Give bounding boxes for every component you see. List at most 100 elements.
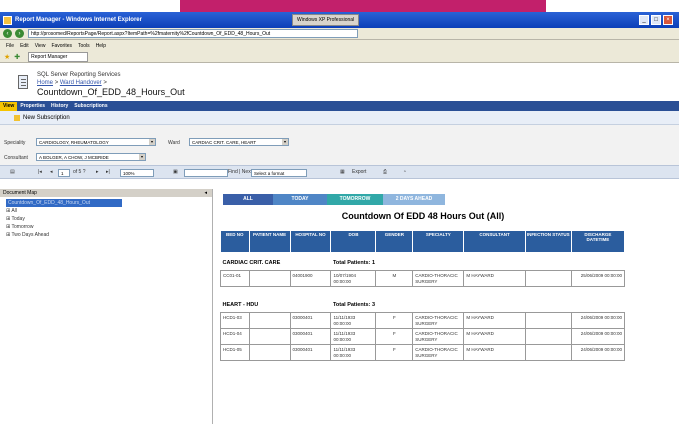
breadcrumb-home[interactable]: Home — [37, 80, 53, 86]
cell: M HAYWARD — [463, 312, 526, 329]
zoom-select[interactable]: 100% — [120, 169, 154, 177]
menu-favorites[interactable]: Favorites — [51, 43, 72, 49]
col-patient-name: PATIENT NAME — [248, 230, 291, 253]
collapse-icon[interactable]: ◂ — [204, 189, 207, 197]
group-total: Total Patients: 1 — [332, 260, 376, 266]
filter-today-button[interactable]: TODAY — [273, 194, 327, 205]
table-row: HCD1-05 03000401 11/11/1933 00:00:00 F C… — [220, 344, 626, 361]
print-icon[interactable]: ⎙ — [383, 169, 387, 175]
cell: M — [375, 270, 414, 287]
menu-help[interactable]: Help — [96, 43, 106, 49]
cell: 25/06/2009 00:00:00 — [570, 270, 626, 287]
cell — [248, 270, 291, 287]
report-tabs: View Properties History Subscriptions — [0, 101, 679, 111]
filter-tomorrow-button[interactable]: TOMORROW — [327, 194, 383, 205]
close-button[interactable]: × — [663, 15, 673, 25]
docmap-title: Document Map — [3, 190, 37, 196]
col-consultant: CONSULTANT — [463, 230, 526, 253]
parameters-panel: Speciality CARDIOLOGY, RHEUMATOLOGY ▾ Wa… — [0, 125, 679, 165]
menu-tools[interactable]: Tools — [78, 43, 90, 49]
menu-edit[interactable]: Edit — [20, 43, 29, 49]
cell: 04001900 — [289, 270, 332, 287]
cell: 24/06/2009 00:00:00 — [570, 328, 626, 345]
cell: 03000401 — [289, 312, 332, 329]
docmap-item-all[interactable]: ⊞ All — [0, 207, 212, 215]
url-input[interactable]: http://prosomed/ReportsPage/Report.aspx?… — [28, 29, 358, 38]
report-body: ALL TODAY TOMORROW 2 DAYS AHEAD Countdow… — [213, 189, 679, 424]
menu-view[interactable]: View — [35, 43, 46, 49]
favorites-bar: ★ ✚ Report Manager — [0, 51, 679, 63]
cell: CARDIO-THORACIC SURGERY — [412, 344, 465, 361]
atom-feed-icon[interactable]: ◔ — [403, 169, 406, 175]
docmap-item-root[interactable]: Countdown_Of_EDD_48_Hours_Out — [6, 199, 122, 207]
refresh-icon[interactable]: ▣ — [173, 169, 178, 175]
report-header: SQL Server Reporting Services Home > War… — [0, 63, 679, 101]
specialty-label: Speciality — [4, 140, 26, 146]
decorative-banner — [180, 0, 546, 12]
filter-button-row: ALL TODAY TOMORROW 2 DAYS AHEAD — [223, 194, 445, 205]
favorites-star-icon[interactable]: ★ — [4, 53, 10, 61]
document-map: Document Map ◂ Countdown_Of_EDD_48_Hours… — [0, 189, 213, 424]
cell: F — [375, 312, 414, 329]
browser-tab[interactable]: Report Manager — [28, 51, 89, 62]
ward-select[interactable]: CARDIAC CRIT. CARE, HEART ▾ — [189, 138, 289, 146]
breadcrumb: Home > Ward Handover > — [37, 80, 107, 86]
cell: CARDIO-THORACIC SURGERY — [412, 312, 465, 329]
vm-tab[interactable]: Windows XP Professional — [292, 14, 360, 26]
filter-all-button[interactable]: ALL — [223, 194, 273, 205]
new-subscription-link[interactable]: New Subscription — [23, 115, 70, 121]
export-link[interactable]: Export — [352, 169, 366, 175]
cell: M HAYWARD — [463, 270, 526, 287]
export-icon[interactable]: ▦ — [340, 169, 345, 175]
cell — [524, 312, 572, 329]
find-next-link[interactable]: Find | Next — [228, 169, 252, 175]
ward-label: Ward — [168, 140, 180, 146]
consultant-select[interactable]: A BOLGER, A CHOW, J MCBRIDE ▾ — [36, 153, 146, 161]
last-page-icon[interactable]: ▸| — [106, 169, 110, 175]
back-icon[interactable]: ‹ — [3, 29, 12, 38]
first-page-icon[interactable]: |◂ — [38, 169, 42, 175]
cell: CARDIO-THORACIC SURGERY — [412, 328, 465, 345]
cell: 11/11/1933 00:00:00 — [330, 328, 377, 345]
cell: HCD1-03 — [220, 312, 250, 329]
breadcrumb-folder[interactable]: Ward Handover — [60, 80, 102, 86]
cell: 24/06/2009 00:00:00 — [570, 312, 626, 329]
group-total: Total Patients: 3 — [332, 301, 376, 308]
specialty-select[interactable]: CARDIOLOGY, RHEUMATOLOGY ▾ — [36, 138, 156, 146]
docmap-header: Document Map ◂ — [0, 189, 212, 197]
vm-tab-label: Windows XP Professional — [297, 17, 355, 23]
page-title: Countdown_Of_EDD_48_Hours_Out — [37, 87, 185, 97]
maximize-button[interactable]: □ — [651, 15, 661, 25]
cell — [248, 328, 291, 345]
forward-icon[interactable]: › — [15, 29, 24, 38]
ward-value: CARDIAC CRIT. CARE, HEART — [192, 140, 257, 145]
product-name: SQL Server Reporting Services — [37, 72, 121, 78]
menu-file[interactable]: File — [6, 43, 14, 49]
tab-properties[interactable]: Properties — [17, 102, 48, 111]
next-page-icon[interactable]: ▸ — [96, 169, 99, 175]
docmap-item-tomorrow[interactable]: ⊞ Tomorrow — [0, 223, 212, 231]
docmap-item-today[interactable]: ⊞ Today — [0, 215, 212, 223]
col-specialty: SPECIALTY — [412, 230, 465, 253]
docmap-item-two-days[interactable]: ⊞ Two Days Ahead — [0, 231, 212, 239]
minimize-button[interactable]: _ — [639, 15, 649, 25]
format-select[interactable]: Select a format — [251, 169, 307, 177]
find-input[interactable] — [184, 169, 228, 177]
tab-subscriptions[interactable]: Subscriptions — [71, 102, 110, 111]
page-input[interactable]: 1 — [58, 169, 70, 177]
tab-history[interactable]: History — [48, 102, 71, 111]
tab-view[interactable]: View — [0, 101, 18, 111]
page-count: of 5 ? — [73, 169, 86, 175]
consultant-label: Consultant — [4, 155, 28, 161]
new-subscription-icon — [14, 114, 20, 121]
col-hospital-no: HOSPITAL NO — [289, 230, 332, 253]
col-discharge-datetime: DISCHARGE DATETIME — [570, 230, 626, 253]
add-favorite-icon[interactable]: ✚ — [14, 53, 20, 61]
cell: F — [375, 328, 414, 345]
prev-page-icon[interactable]: ◂ — [50, 169, 53, 175]
cell: HCD1-04 — [220, 328, 250, 345]
menu-bar: File Edit View Favorites Tools Help — [0, 40, 679, 51]
filter-two-days-button[interactable]: 2 DAYS AHEAD — [383, 194, 445, 205]
docmap-toggle-icon[interactable]: ▤ — [10, 169, 15, 175]
cell: 03000401 — [289, 328, 332, 345]
